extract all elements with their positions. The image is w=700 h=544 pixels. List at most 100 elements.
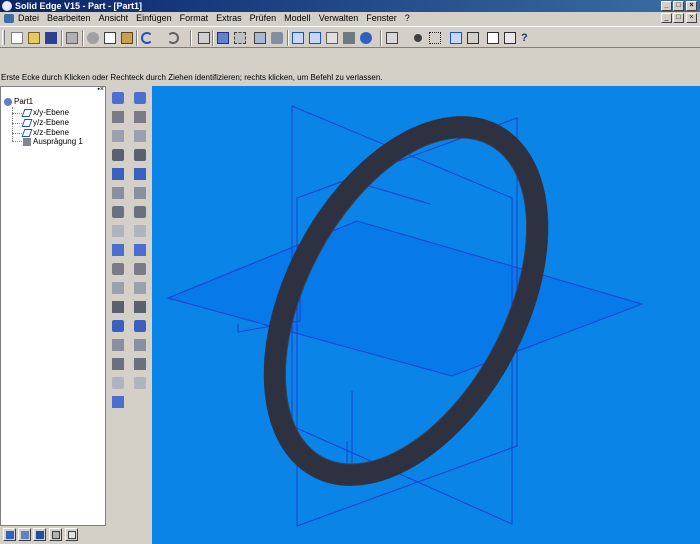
tab-family-icon[interactable] bbox=[65, 528, 78, 541]
save-icon[interactable] bbox=[43, 30, 59, 46]
tree-item-label: x/y-Ebene bbox=[33, 108, 70, 117]
view-top-icon[interactable] bbox=[307, 30, 323, 46]
menu-pruefen[interactable]: Prüfen bbox=[250, 12, 277, 25]
tree-item-label: y/z-Ebene bbox=[33, 118, 70, 127]
new-icon[interactable] bbox=[9, 30, 25, 46]
view-close-icon[interactable] bbox=[485, 30, 501, 46]
tree-root[interactable]: Part1 bbox=[4, 97, 33, 107]
mirror-icon[interactable] bbox=[110, 356, 126, 372]
select-icon[interactable] bbox=[196, 30, 212, 46]
doc-minimize-button[interactable]: _ bbox=[661, 13, 672, 23]
undo-icon[interactable] bbox=[139, 30, 155, 46]
pan-icon[interactable] bbox=[252, 30, 268, 46]
tab-features-icon[interactable] bbox=[33, 528, 46, 541]
lip-icon[interactable] bbox=[110, 318, 126, 334]
menu-verwalten[interactable]: Verwalten bbox=[319, 12, 359, 25]
paste-icon[interactable] bbox=[119, 30, 135, 46]
cut-icon[interactable] bbox=[85, 30, 101, 46]
project-icon[interactable] bbox=[132, 318, 148, 334]
zoom-area-icon[interactable] bbox=[215, 30, 231, 46]
web-network-icon[interactable] bbox=[110, 299, 126, 315]
move-icon[interactable] bbox=[427, 30, 443, 46]
close-button[interactable]: × bbox=[686, 1, 697, 11]
angled-plane-icon[interactable] bbox=[132, 147, 148, 163]
tree-item-xy-plane[interactable]: x/y-Ebene bbox=[21, 108, 70, 118]
main-toolbar: ? bbox=[0, 26, 700, 48]
round-icon[interactable] bbox=[110, 204, 126, 220]
thread-icon[interactable] bbox=[110, 394, 126, 410]
display-icon[interactable] bbox=[384, 30, 400, 46]
extrude-icon[interactable] bbox=[110, 109, 126, 125]
revolve-icon[interactable] bbox=[110, 147, 126, 163]
menu-items: Datei Bearbeiten Ansicht Einfügen Format… bbox=[18, 12, 410, 25]
menu-ansicht[interactable]: Ansicht bbox=[99, 12, 129, 25]
intersect-icon[interactable] bbox=[132, 299, 148, 315]
derived-icon[interactable] bbox=[132, 356, 148, 372]
pattern-icon[interactable] bbox=[110, 375, 126, 391]
hole-icon[interactable] bbox=[110, 185, 126, 201]
menu-einfuegen[interactable]: Einfügen bbox=[136, 12, 172, 25]
view-front-icon[interactable] bbox=[324, 30, 340, 46]
parallel-plane-icon[interactable] bbox=[132, 128, 148, 144]
open-icon[interactable] bbox=[26, 30, 42, 46]
sketch-icon[interactable] bbox=[502, 30, 518, 46]
minimize-button[interactable]: _ bbox=[661, 1, 672, 11]
menu-datei[interactable]: Datei bbox=[18, 12, 39, 25]
graphics-viewport[interactable] bbox=[152, 86, 700, 544]
window-title: Solid Edge V15 - Part - [Part1] bbox=[15, 1, 143, 11]
redo-icon[interactable] bbox=[165, 30, 181, 46]
orbit-icon[interactable] bbox=[410, 30, 426, 46]
axis-icon[interactable] bbox=[132, 242, 148, 258]
zoom-fit-icon[interactable] bbox=[465, 30, 481, 46]
maximize-button[interactable]: □ bbox=[673, 1, 684, 11]
zoom-icon[interactable] bbox=[448, 30, 464, 46]
curve-icon[interactable] bbox=[132, 280, 148, 296]
menu-extras[interactable]: Extras bbox=[216, 12, 242, 25]
fit-icon[interactable] bbox=[232, 30, 248, 46]
document-icon[interactable] bbox=[4, 14, 14, 23]
doc-close-button[interactable]: × bbox=[686, 13, 697, 23]
tab-layers-icon[interactable] bbox=[18, 528, 31, 541]
draft-icon[interactable] bbox=[110, 242, 126, 258]
doc-restore-button[interactable]: □ bbox=[673, 13, 684, 23]
keypoint-icon[interactable] bbox=[132, 375, 148, 391]
render-icon[interactable] bbox=[358, 30, 374, 46]
tree-panel-close[interactable]: ▪× bbox=[97, 86, 104, 93]
menu-fenster[interactable]: Fenster bbox=[366, 12, 397, 25]
tree-item-extrusion[interactable]: Ausprägung 1 bbox=[23, 137, 83, 147]
shade-icon[interactable] bbox=[341, 30, 357, 46]
offset-plane-icon[interactable] bbox=[132, 223, 148, 239]
thin-wall-icon[interactable] bbox=[110, 261, 126, 277]
menu-format[interactable]: Format bbox=[180, 12, 209, 25]
tab-library-icon[interactable] bbox=[49, 528, 62, 541]
normal-plane-icon[interactable] bbox=[132, 166, 148, 182]
print-icon[interactable] bbox=[64, 30, 80, 46]
tab-tree-icon[interactable] bbox=[3, 528, 16, 541]
rib-icon[interactable] bbox=[110, 280, 126, 296]
copy-icon[interactable] bbox=[102, 30, 118, 46]
coordinate-icon[interactable] bbox=[132, 261, 148, 277]
sketch-plane-icon[interactable] bbox=[132, 109, 148, 125]
toolbar-grip[interactable] bbox=[2, 30, 5, 45]
rotate-icon[interactable] bbox=[269, 30, 285, 46]
cutout-icon[interactable] bbox=[110, 128, 126, 144]
view-iso-icon[interactable] bbox=[290, 30, 306, 46]
plane-icon bbox=[21, 128, 33, 137]
tangent-plane-icon[interactable] bbox=[132, 204, 148, 220]
menu-help[interactable]: ? bbox=[405, 12, 410, 25]
pointer-icon[interactable] bbox=[132, 90, 148, 106]
menu-modell[interactable]: Modell bbox=[284, 12, 311, 25]
coincident-plane-icon[interactable] bbox=[132, 185, 148, 201]
split-icon[interactable] bbox=[132, 337, 148, 353]
help-icon[interactable]: ? bbox=[519, 30, 535, 46]
tree-root-label: Part1 bbox=[14, 97, 34, 106]
vent-icon[interactable] bbox=[110, 337, 126, 353]
app-icon[interactable] bbox=[2, 1, 12, 11]
chamfer-icon[interactable] bbox=[110, 223, 126, 239]
tree-item-yz-plane[interactable]: y/z-Ebene bbox=[21, 118, 70, 128]
select-tool-icon[interactable] bbox=[110, 90, 126, 106]
model-view[interactable] bbox=[152, 86, 700, 544]
revolve-cut-icon[interactable] bbox=[110, 166, 126, 182]
plane-icon bbox=[21, 118, 33, 127]
menu-bearbeiten[interactable]: Bearbeiten bbox=[47, 12, 91, 25]
